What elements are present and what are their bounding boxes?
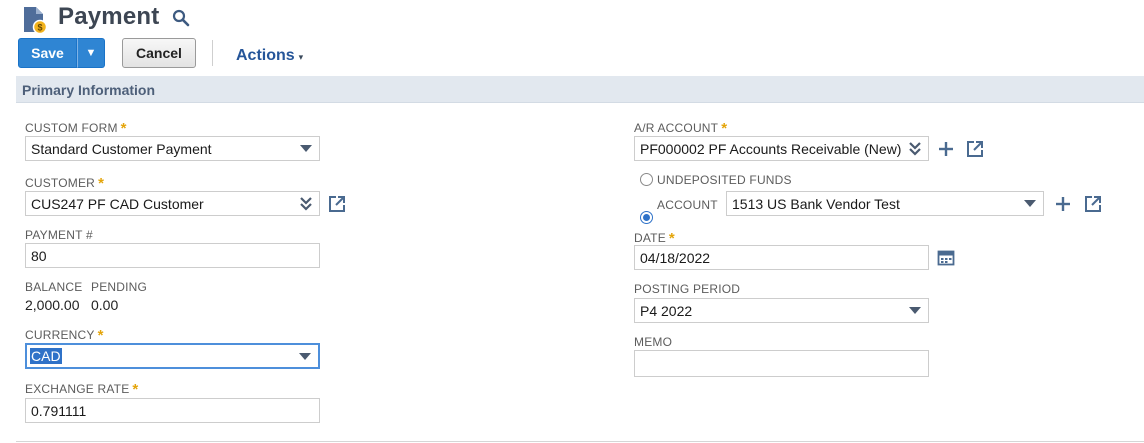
account-radio[interactable]: [640, 211, 653, 224]
pending-label: PENDING: [91, 280, 148, 294]
exchange-rate-input[interactable]: 0.791111: [25, 398, 320, 423]
required-marker: *: [97, 327, 104, 344]
date-input[interactable]: 04/18/2022: [634, 245, 929, 270]
payment-document-icon: $: [24, 7, 48, 34]
custom-form-label: CUSTOM FORM *: [25, 120, 127, 137]
dropdown-arrow-icon: [299, 353, 311, 360]
open-record-icon[interactable]: [1084, 195, 1102, 213]
account-select[interactable]: 1513 US Bank Vendor Test: [726, 191, 1044, 216]
payment-number-label: PAYMENT #: [25, 228, 93, 242]
actions-menu[interactable]: Actions ▾: [236, 47, 303, 65]
cancel-button[interactable]: Cancel: [122, 38, 196, 68]
balance-value: 2,000.00: [25, 297, 80, 313]
required-marker: *: [721, 120, 728, 137]
balance-label: BALANCE: [25, 280, 83, 294]
open-record-icon[interactable]: [966, 140, 984, 158]
add-icon[interactable]: [1054, 195, 1072, 213]
double-chevron-down-icon: [300, 197, 312, 211]
currency-select[interactable]: CAD: [25, 343, 320, 369]
save-menu-button[interactable]: ▼: [77, 38, 105, 68]
svg-text:$: $: [37, 23, 42, 33]
posting-period-label: POSTING PERIOD: [634, 282, 741, 296]
save-button-group: Save ▼: [18, 38, 105, 68]
calendar-icon[interactable]: [937, 249, 955, 267]
actions-label: Actions: [236, 47, 295, 64]
ar-account-label: A/R ACCOUNT *: [634, 120, 728, 137]
exchange-rate-label: EXCHANGE RATE *: [25, 381, 139, 398]
customer-select[interactable]: CUS247 PF CAD Customer: [25, 191, 320, 216]
add-icon[interactable]: [937, 140, 955, 158]
pending-value: 0.00: [91, 297, 119, 313]
section-bar[interactable]: [16, 76, 1144, 103]
posting-period-select[interactable]: P4 2022: [634, 298, 929, 323]
customer-label: CUSTOMER *: [25, 175, 105, 192]
caret-down-icon: ▾: [298, 51, 304, 62]
save-button[interactable]: Save: [18, 38, 77, 68]
required-marker: *: [98, 175, 105, 192]
section-bottom-divider: [16, 441, 1144, 442]
date-label: DATE *: [634, 230, 675, 247]
dropdown-arrow-icon: [300, 145, 312, 152]
custom-form-select[interactable]: Standard Customer Payment: [25, 136, 320, 161]
undeposited-funds-radio[interactable]: [640, 173, 653, 186]
dropdown-arrow-icon: [1024, 200, 1036, 207]
account-label: ACCOUNT: [657, 198, 718, 212]
double-chevron-down-icon: [909, 142, 921, 156]
payment-number-input[interactable]: 80: [25, 243, 320, 268]
required-marker: *: [132, 381, 139, 398]
memo-label: MEMO: [634, 335, 673, 349]
chevron-down-icon: ▼: [85, 47, 97, 59]
currency-label: CURRENCY *: [25, 327, 104, 344]
toolbar-divider: [212, 40, 213, 66]
memo-input[interactable]: [634, 350, 929, 377]
required-marker: *: [120, 120, 127, 137]
search-icon[interactable]: [172, 9, 190, 27]
open-record-icon[interactable]: [328, 195, 346, 213]
page-title: Payment: [58, 3, 160, 30]
ar-account-select[interactable]: PF000002 PF Accounts Receivable (New): [634, 136, 929, 161]
section-title: Primary Information: [22, 82, 156, 98]
dropdown-arrow-icon: [909, 307, 921, 314]
undeposited-funds-label: UNDEPOSITED FUNDS: [657, 173, 792, 187]
